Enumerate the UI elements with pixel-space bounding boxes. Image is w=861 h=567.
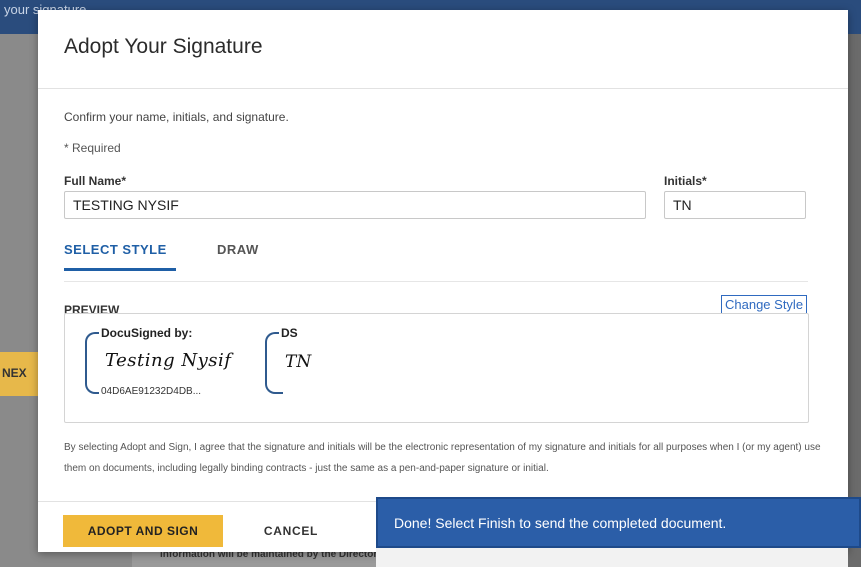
signature-header: DocuSigned by:	[99, 326, 193, 340]
initials-bracket	[265, 332, 283, 394]
active-tab-indicator	[64, 268, 176, 271]
finish-toast: Done! Select Finish to send the complete…	[376, 497, 861, 548]
header-divider	[38, 88, 848, 89]
required-note: * Required	[64, 141, 121, 155]
tab-divider	[64, 281, 808, 282]
signature-script: Testing Nysif	[105, 350, 232, 371]
initials-preview: DS TN	[265, 326, 345, 400]
initials-label: Initials*	[664, 174, 707, 188]
signature-bracket	[85, 332, 103, 394]
adopt-signature-dialog: Adopt Your Signature Confirm your name, …	[38, 10, 848, 552]
initials-header: DS	[279, 326, 298, 340]
full-name-label: Full Name*	[64, 174, 127, 188]
background-scroll-strip	[848, 34, 861, 567]
cancel-button[interactable]: CANCEL	[241, 515, 341, 547]
legal-disclaimer: By selecting Adopt and Sign, I agree tha…	[64, 442, 821, 474]
change-style-link[interactable]: Change Style	[721, 295, 808, 314]
adopt-and-sign-button[interactable]: ADOPT AND SIGN	[63, 515, 223, 547]
full-name-input[interactable]	[64, 191, 646, 219]
background-document-strip	[376, 548, 848, 567]
background-next-button[interactable]: NEX	[0, 352, 40, 396]
initials-input[interactable]	[664, 191, 806, 219]
initials-script: TN	[285, 352, 312, 372]
instruction-text: Confirm your name, initials, and signatu…	[64, 110, 289, 124]
tab-select-style[interactable]: SELECT STYLE	[64, 242, 167, 257]
signature-document-id: 04D6AE91232D4DB...	[99, 386, 202, 397]
tab-draw[interactable]: DRAW	[217, 242, 259, 257]
dialog-title: Adopt Your Signature	[64, 35, 263, 58]
signature-preview-box: DocuSigned by: Testing Nysif 04D6AE91232…	[64, 313, 809, 423]
signature-preview: DocuSigned by: Testing Nysif 04D6AE91232…	[85, 326, 245, 400]
toast-message: Done! Select Finish to send the complete…	[394, 515, 727, 531]
